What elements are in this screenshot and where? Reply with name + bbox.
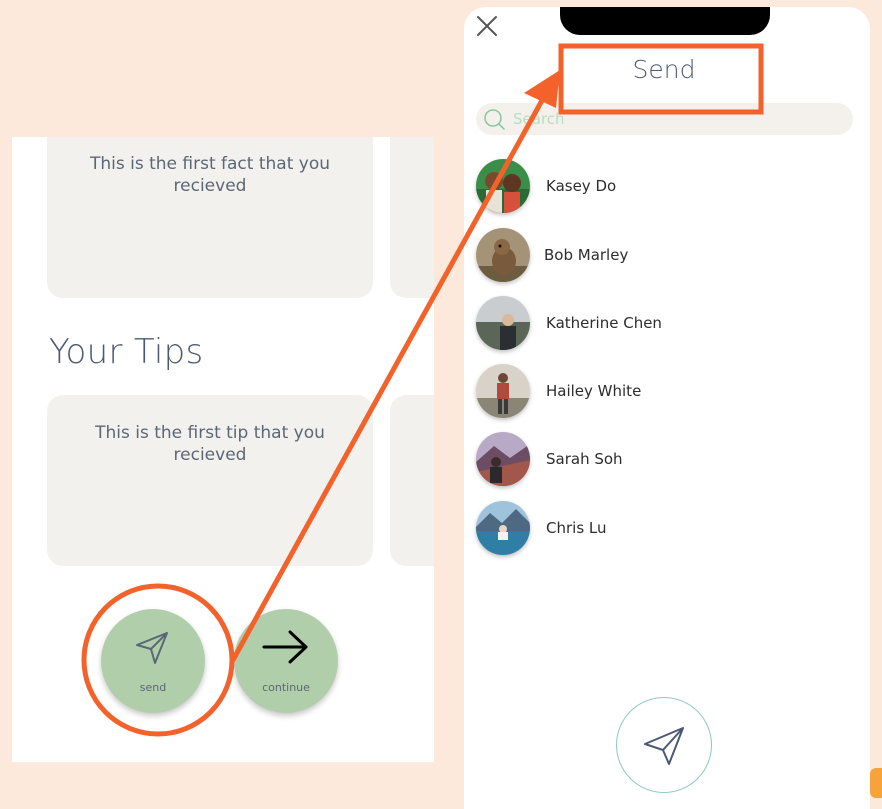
people-photo-avatar	[476, 159, 530, 213]
contact-name: Sarah Soh	[546, 450, 623, 468]
paper-plane-icon	[644, 727, 684, 765]
tips-screen: This is the first fact that you recieved…	[12, 137, 434, 762]
continue-button[interactable]: continue	[234, 609, 338, 713]
continue-button-label: continue	[262, 681, 310, 694]
contact-item[interactable]: Sarah Soh	[476, 432, 856, 488]
page-title: Send	[632, 55, 696, 84]
person-landscape-photo-avatar	[476, 296, 530, 350]
search-input[interactable]: Search	[476, 103, 853, 135]
contact-name: Chris Lu	[546, 519, 607, 537]
fact-card-text: This is the first fact that you recieved	[89, 154, 331, 196]
contact-name: Hailey White	[546, 382, 642, 400]
send-screen: Send Search Kasey Do Bob Marley Katherin…	[464, 7, 870, 809]
side-tab[interactable]	[870, 768, 882, 798]
contact-name: Katherine Chen	[546, 314, 662, 332]
squirrel-photo-avatar	[476, 228, 530, 282]
search-placeholder: Search	[513, 110, 565, 128]
send-confirm-button[interactable]	[616, 697, 712, 793]
phone-notch	[560, 7, 770, 35]
search-icon	[482, 107, 506, 131]
fact-card-next[interactable]	[390, 137, 434, 298]
contact-item[interactable]: Chris Lu	[476, 501, 856, 557]
send-button-label: send	[139, 681, 167, 694]
lake-photo-avatar	[476, 501, 530, 555]
tip-card-text: This is the first tip that you recieved	[95, 423, 325, 465]
arrow-right-icon	[234, 627, 338, 671]
contact-item[interactable]: Kasey Do	[476, 159, 856, 215]
section-title: Your Tips	[49, 332, 204, 372]
contact-item[interactable]: Hailey White	[476, 364, 856, 420]
contact-item[interactable]: Bob Marley	[476, 228, 856, 284]
hiker-photo-avatar	[476, 364, 530, 418]
send-button[interactable]: send	[101, 609, 205, 713]
close-icon[interactable]	[474, 13, 500, 39]
paper-plane-icon	[101, 627, 205, 671]
contact-item[interactable]: Katherine Chen	[476, 296, 856, 352]
contact-name: Kasey Do	[546, 177, 617, 195]
mountain-view-photo-avatar	[476, 432, 530, 486]
tip-card[interactable]: This is the first tip that you recieved	[47, 395, 373, 566]
contact-name: Bob Marley	[544, 246, 629, 264]
fact-card[interactable]: This is the first fact that you recieved	[47, 137, 373, 298]
tip-card-next[interactable]	[390, 395, 434, 566]
